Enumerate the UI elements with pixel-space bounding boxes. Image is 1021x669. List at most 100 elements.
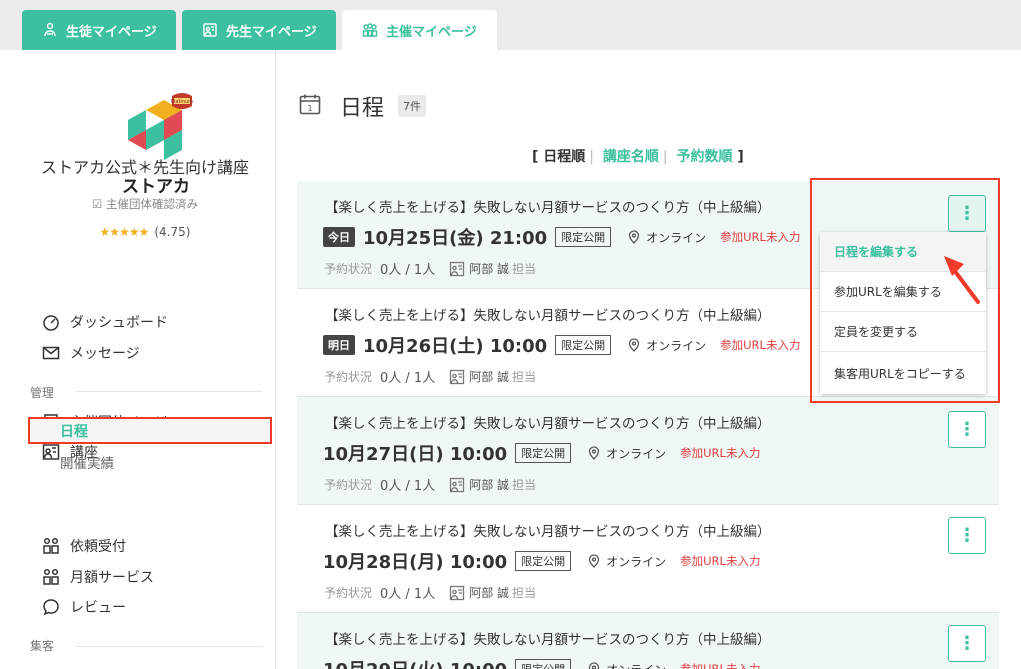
annotation-arrow-icon [944, 256, 980, 304]
sidebar-subitem-history[interactable]: 開催実績 [60, 452, 114, 472]
section-label-manage: 管理 [30, 386, 55, 400]
sidebar-item-dashboard[interactable]: ダッシュボード [42, 310, 168, 334]
teacher-icon [203, 23, 217, 37]
visibility-badge: 限定公開 [515, 443, 572, 463]
visibility-badge: 限定公開 [555, 335, 612, 355]
kebab-icon: ⋮ [958, 633, 976, 654]
location-label: オンライン [646, 230, 707, 245]
people-icon [43, 537, 59, 554]
rating: ★★★★★ (4.75) [0, 225, 290, 239]
teacher-icon [450, 585, 465, 600]
reservation-label: 予約状況 [324, 586, 373, 600]
organization-logo: Platinum ストアカ [122, 93, 193, 197]
people-icon [43, 568, 59, 585]
schedule-datetime: 10月28日(月) 10:00 [323, 552, 508, 573]
check-circle-icon: ☑ [92, 197, 106, 211]
verified-status: ☑ 主催団体確認済み [0, 196, 290, 212]
url-warning: 参加URL未入力 [680, 662, 761, 669]
teacher-role: 担当 [512, 478, 537, 492]
logo-wordmark: ストアカ [122, 177, 190, 197]
star-rating-icon: ★★★★★ [99, 225, 150, 239]
calendar-icon: 1 [299, 94, 321, 115]
teacher-name[interactable]: 阿部 誠 [469, 584, 509, 601]
sidebar-item-messages[interactable]: メッセージ [42, 341, 140, 365]
location: オンライン [587, 445, 666, 462]
sidebar-subitem-schedule[interactable]: 日程 [28, 417, 272, 444]
menu-item-copy-url[interactable]: 集客用URLをコピーする [820, 352, 986, 394]
location-pin-icon [588, 446, 600, 460]
location-pin-icon [628, 230, 640, 244]
location-pin-icon [628, 338, 640, 352]
sidebar-item-label: 月額サービス [70, 570, 154, 586]
lecture-title[interactable]: 【楽しく売上を上げる】失敗しない月額サービスのつくり方（中上級編） [325, 520, 771, 540]
teacher-icon [450, 261, 465, 276]
reservation-count: 0人 / 1人 [380, 263, 436, 278]
sort-separator: | [662, 149, 668, 165]
sort-separator: | [589, 149, 594, 165]
teacher-name[interactable]: 阿部 誠 [469, 260, 509, 277]
tab-student-mypage[interactable]: 生徒マイページ [22, 10, 176, 50]
location-pin-icon [588, 554, 600, 568]
schedule-datetime: 10月27日(日) 10:00 [323, 444, 508, 465]
sort-bracket-open: [ [532, 149, 539, 165]
teacher-role: 担当 [512, 262, 537, 276]
visibility-badge: 限定公開 [515, 551, 572, 571]
reservation-count: 0人 / 1人 [380, 479, 436, 494]
sidebar-item-reviews[interactable]: レビュー [42, 595, 126, 619]
tab-label: 先生マイページ [226, 24, 317, 40]
student-icon [44, 22, 56, 37]
count-badge: 7件 [398, 95, 426, 117]
sidebar-item-monthly-service[interactable]: 月額サービス [42, 565, 154, 589]
teacher-name[interactable]: 阿部 誠 [469, 368, 509, 385]
kebab-icon: ⋮ [958, 419, 976, 440]
teacher-name[interactable]: 阿部 誠 [469, 476, 509, 493]
schedule-datetime: 10月26日(土) 10:00 [363, 336, 548, 357]
lecture-title[interactable]: 【楽しく売上を上げる】失敗しない月額サービスのつくり方（中上級編） [325, 412, 771, 432]
reservation-label: 予約状況 [324, 262, 373, 276]
lecture-title[interactable]: 【楽しく売上を上げる】失敗しない月額サービスのつくり方（中上級編） [325, 628, 771, 648]
sidebar-item-requests[interactable]: 依頼受付 [42, 534, 126, 558]
teacher-icon [450, 477, 465, 492]
svg-text:1: 1 [307, 104, 312, 113]
reservation-label: 予約状況 [324, 478, 373, 492]
tab-organizer-mypage[interactable]: 主催マイページ [342, 10, 497, 50]
url-warning: 参加URL未入力 [720, 338, 801, 352]
chat-icon [43, 599, 59, 616]
sidebar-item-label: ダッシュボード [70, 315, 168, 331]
menu-item-change-capacity[interactable]: 定員を変更する [820, 312, 986, 352]
more-options-button[interactable]: ⋮ [948, 411, 986, 448]
lecture-title[interactable]: 【楽しく売上を上げる】失敗しない月額サービスのつくり方（中上級編） [325, 304, 771, 324]
rating-value: (4.75) [154, 225, 191, 239]
schedule-datetime: 10月29日(火) 10:00 [323, 656, 507, 669]
tab-label: 主催マイページ [386, 24, 477, 40]
teacher-role: 担当 [512, 586, 537, 600]
tab-teacher-mypage[interactable]: 先生マイページ [182, 10, 336, 50]
sort-by-lecture-name[interactable]: 講座名順 [603, 149, 659, 165]
url-warning: 参加URL未入力 [680, 554, 761, 568]
sidebar-item-label: 依頼受付 [70, 539, 126, 555]
page-title: 日程 [340, 96, 385, 121]
logo-badge: Platinum [171, 99, 193, 105]
location-label: オンライン [606, 446, 667, 461]
sort-options: [ 日程順 | 講座名順 | 予約数順 ] [532, 146, 744, 166]
day-badge: 今日 [323, 227, 355, 247]
sort-by-date[interactable]: 日程順 [543, 149, 585, 165]
day-badge: 明日 [323, 335, 355, 355]
divider [76, 391, 262, 392]
kebab-icon: ⋮ [958, 525, 976, 546]
url-warning: 参加URL未入力 [680, 446, 761, 460]
location: オンライン [587, 553, 666, 570]
lecture-title[interactable]: 【楽しく売上を上げる】失敗しない月額サービスのつくり方（中上級編） [325, 196, 771, 216]
mail-icon [42, 346, 60, 360]
sort-by-reservations[interactable]: 予約数順 [676, 149, 732, 165]
reservation-label: 予約状況 [324, 370, 373, 384]
reservation-count: 0人 / 1人 [380, 371, 436, 386]
location: オンライン [587, 661, 666, 669]
schedule-card: 【楽しく売上を上げる】失敗しない月額サービスのつくり方（中上級編） 10月27日… [297, 397, 999, 505]
more-options-button[interactable]: ⋮ [948, 517, 986, 554]
sidebar-item-label: メッセージ [70, 346, 140, 362]
location-label: オンライン [606, 661, 666, 669]
more-options-button[interactable]: ⋮ [948, 625, 986, 662]
lecture-icon [42, 444, 60, 460]
location-pin-icon [588, 662, 600, 669]
